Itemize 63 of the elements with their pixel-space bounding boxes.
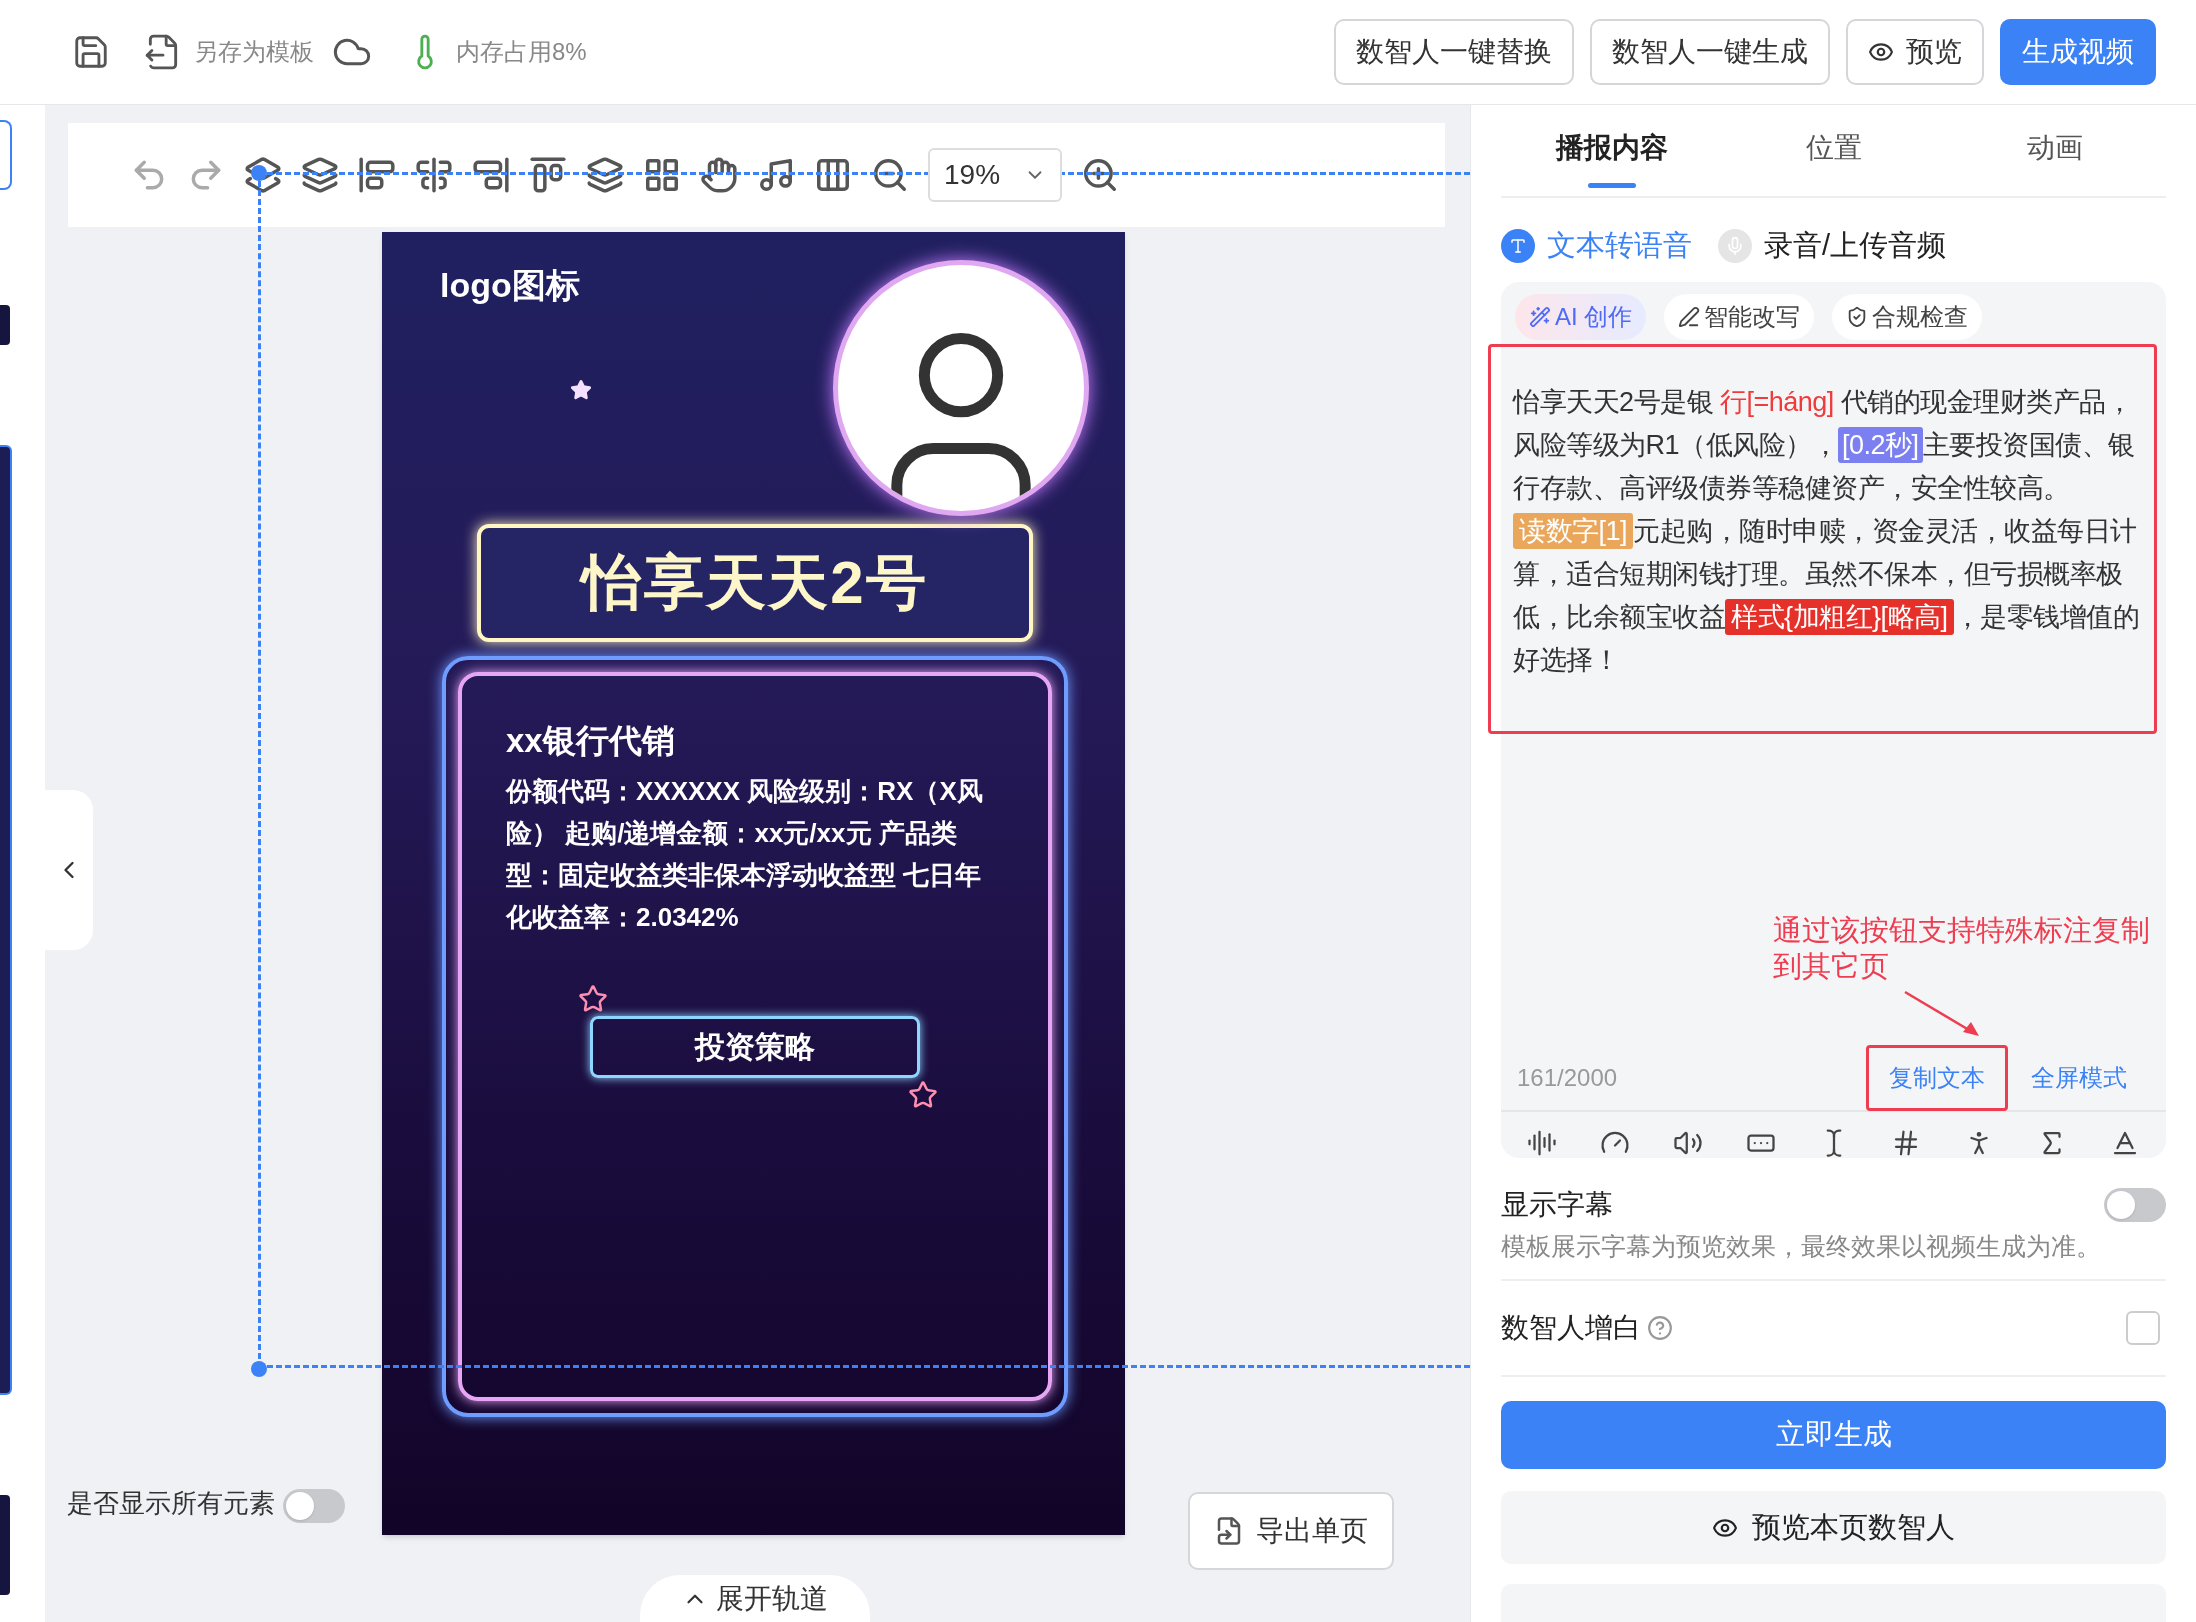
- export-page-button[interactable]: 导出单页: [1188, 1492, 1394, 1570]
- panel-tab[interactable]: 动画: [1944, 105, 2166, 197]
- music-icon[interactable]: [757, 156, 795, 194]
- assist-chip[interactable]: AI 创作: [1515, 293, 1647, 340]
- memory-usage-label: 内存占用8%: [456, 37, 587, 67]
- layers-icon[interactable]: [301, 156, 339, 194]
- text-t-icon: [1501, 229, 1535, 264]
- page-thumbnail[interactable]: [0, 305, 10, 345]
- action-button[interactable]: 数智人一键替换: [1334, 19, 1574, 85]
- star-icon: [578, 983, 608, 1014]
- voice-mode-option[interactable]: 录音/上传音频: [1718, 224, 1947, 268]
- panel-tab[interactable]: 播报内容: [1501, 105, 1723, 197]
- card-heading: xx银行代销: [506, 721, 676, 761]
- page-thumbnail[interactable]: [0, 445, 12, 1395]
- selection-handle[interactable]: [251, 1361, 267, 1377]
- subtitles-label: 显示字幕: [1501, 1187, 1613, 1222]
- microphone-icon: [1718, 229, 1752, 264]
- card-body-text: 份额代码：XXXXXX 风险级别：RX（X风险） 起购/递增金额：xx元/xx元 产品类型：固定收益类非保本浮动收益型 七日年化收益率：2.0342%: [506, 774, 984, 934]
- character-counter: 161/2000: [1517, 1062, 1618, 1093]
- hand-icon[interactable]: [700, 156, 738, 194]
- collapse-handle[interactable]: [45, 790, 93, 950]
- subtitles-note: 模板展示字幕为预览效果，最终效果以视频生成为准。: [1501, 1227, 2166, 1282]
- preview-button[interactable]: 预览: [1846, 19, 1984, 85]
- pen-icon: [1678, 305, 1701, 328]
- grid-icon[interactable]: [643, 156, 681, 194]
- align-right-icon[interactable]: [472, 156, 510, 194]
- star-icon: [570, 379, 592, 401]
- strategy-button[interactable]: 投资策略: [590, 1015, 920, 1078]
- layers-icon[interactable]: [586, 156, 624, 194]
- align-top-icon[interactable]: [529, 156, 567, 194]
- help-icon[interactable]: [1647, 1315, 1673, 1342]
- style-tag[interactable]: 样式{加粗红}[略高]: [1725, 598, 1954, 635]
- page-thumbnail[interactable]: [0, 1495, 10, 1595]
- align-left-icon[interactable]: [358, 156, 396, 194]
- generate-now-button[interactable]: 立即生成: [1501, 1400, 2166, 1470]
- whiten-label: 数智人增白: [1501, 1311, 1641, 1346]
- save-as-template-label[interactable]: 另存为模板: [194, 34, 314, 70]
- expand-track-tab[interactable]: 展开轨道: [640, 1575, 870, 1622]
- script-input-field[interactable]: 怡享天天2号是银 行[=háng] 代销的现金理财类产品，风险等级为R1（低风险），[0.2秒]主要投资国债、银行存款、高评级债券等稳健资产，安全性较高。 读数字[1] 元起购，随时申赎，资金灵活，收益每日计算，适合短期闲钱打理。虽然不保本，但亏损概率极低，比余额宝收益 样式{加粗红}[略高] ，是零钱增值的好选择！: [1488, 343, 2157, 734]
- show-all-elements-label: 是否显示所有元素: [67, 1487, 275, 1520]
- star-icon: [908, 1079, 938, 1110]
- assist-chip[interactable]: 智能改写: [1664, 293, 1815, 340]
- preview-avatar-button[interactable]: 预览本页数智人: [1501, 1491, 2166, 1564]
- page-thumbnail[interactable]: [0, 120, 12, 190]
- zoom-in-icon[interactable]: [1081, 156, 1119, 194]
- logo-text: logo图标: [440, 265, 581, 306]
- layers-icon[interactable]: [244, 156, 282, 194]
- action-button[interactable]: 数智人一键生成: [1590, 19, 1830, 85]
- columns-icon[interactable]: [814, 156, 852, 194]
- align-center-icon[interactable]: [415, 156, 453, 194]
- voice-mode-option[interactable]: 文本转语音: [1501, 224, 1692, 268]
- show-all-elements-toggle[interactable]: [283, 1489, 345, 1523]
- subtitles-toggle[interactable]: [2104, 1187, 2166, 1222]
- zoom-out-icon[interactable]: [871, 156, 909, 194]
- whiten-checkbox[interactable]: [2126, 1311, 2160, 1346]
- zoom-select[interactable]: 19%: [928, 148, 1062, 202]
- save-icon[interactable]: [72, 33, 110, 71]
- generate-video-button[interactable]: 生成视频: [2000, 19, 2156, 85]
- magic-wand-icon: [1529, 305, 1551, 328]
- panel-tab[interactable]: 位置: [1722, 105, 1945, 197]
- assist-chip[interactable]: 合规检查: [1832, 293, 1983, 340]
- pinyin-tag[interactable]: 行[=háng]: [1720, 386, 1834, 417]
- annotation-text: 通过该按钮支持特殊标注复制到其它页: [1773, 912, 2151, 984]
